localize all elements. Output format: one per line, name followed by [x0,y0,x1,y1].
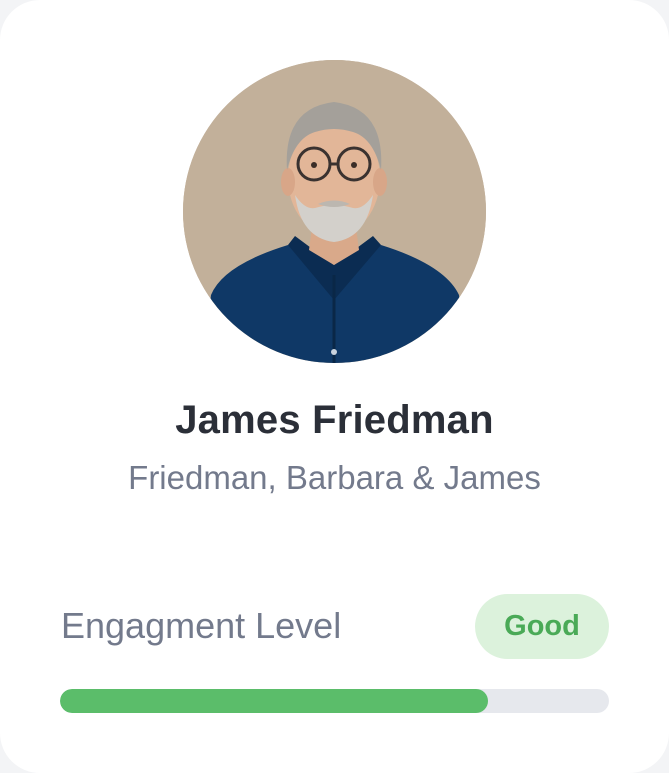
engagement-label: Engagment Level [61,605,342,646]
engagement-progress-fill [60,689,489,713]
profile-photo [183,60,486,363]
household-name: Friedman, Barbara & James [128,459,541,496]
client-name: James Friedman [175,398,494,442]
engagement-status-badge: Good [475,594,609,659]
avatar [183,60,486,363]
client-profile-card: James Friedman Friedman, Barbara & James… [0,0,669,773]
engagement-progress-bar [60,689,609,713]
